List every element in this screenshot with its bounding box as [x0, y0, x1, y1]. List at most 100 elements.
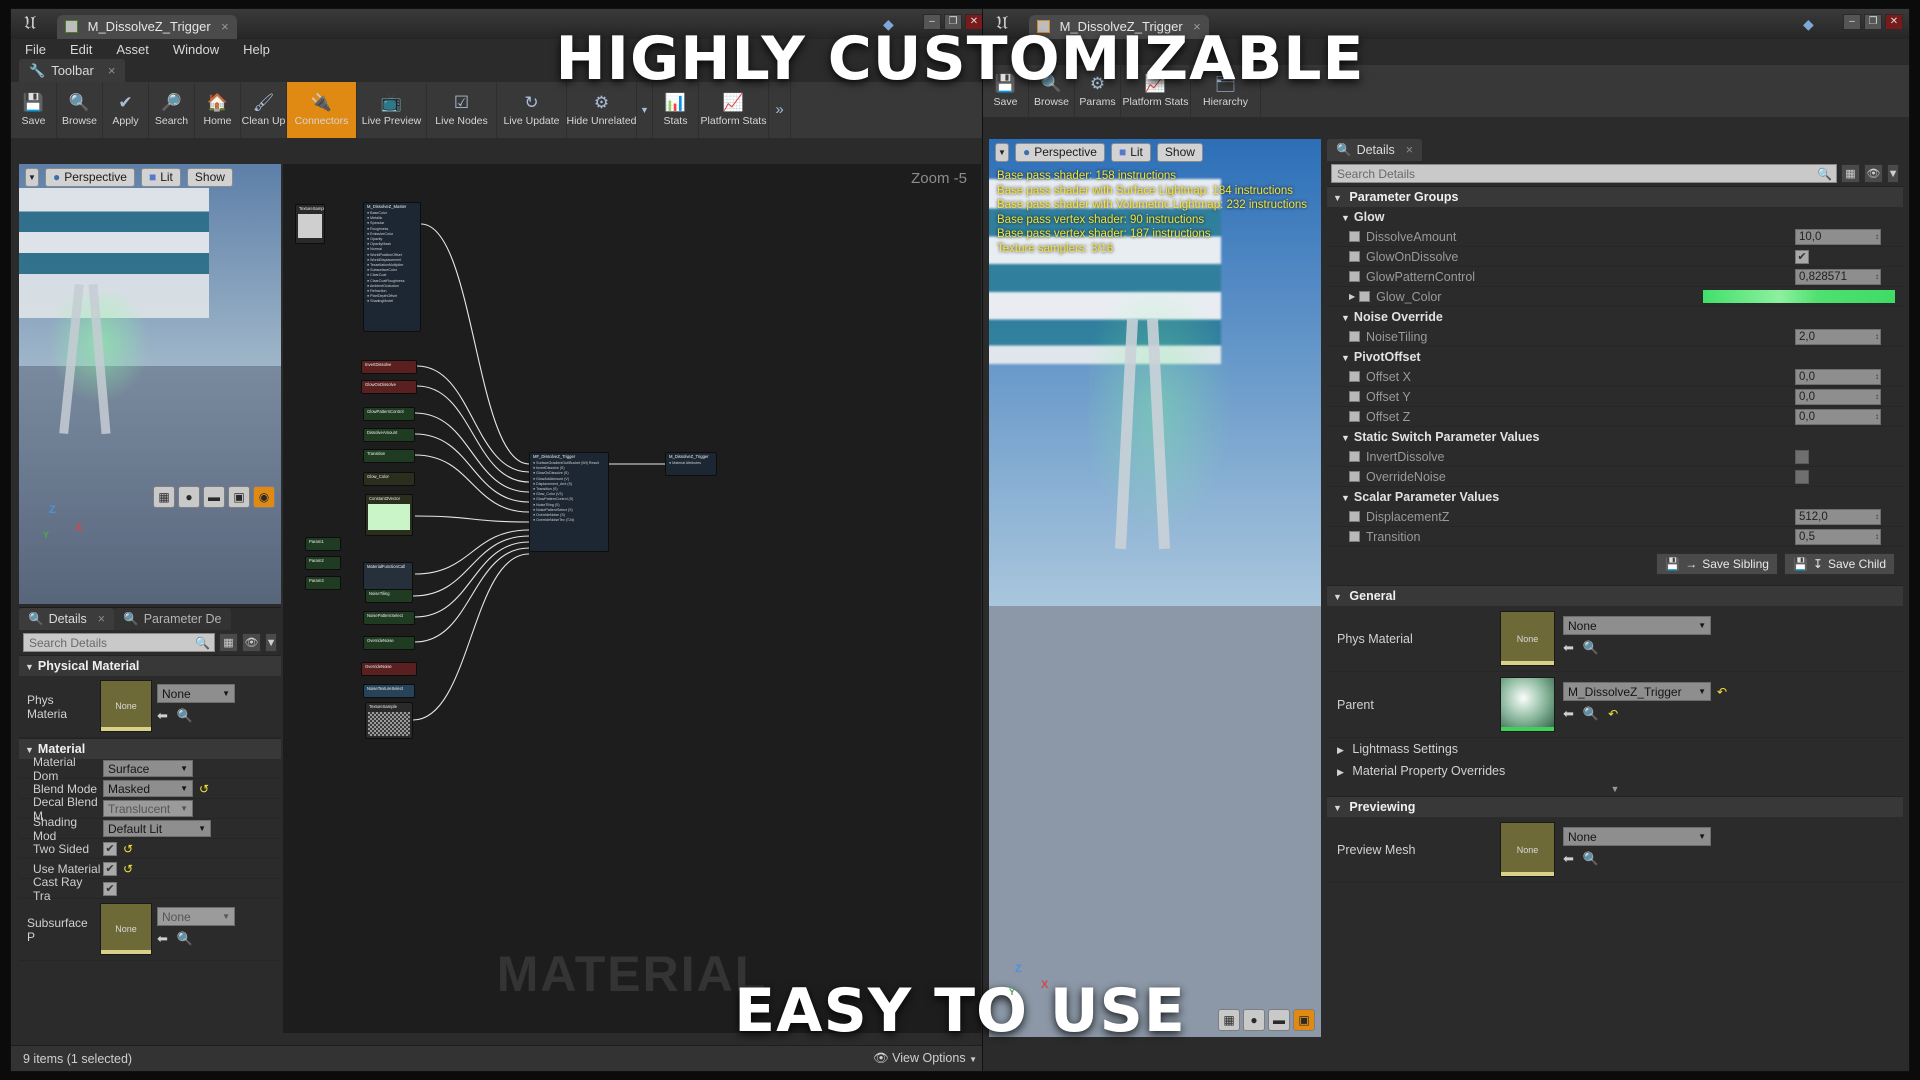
- spinner-icon[interactable]: ↕: [1875, 272, 1879, 281]
- browse-icon[interactable]: 🔍: [177, 708, 193, 724]
- reset-icon[interactable]: ↺: [199, 782, 209, 796]
- close-icon[interactable]: ×: [98, 612, 105, 626]
- perspective-button[interactable]: ● Perspective: [45, 168, 135, 187]
- param-value-input[interactable]: 0,0↕: [1795, 409, 1881, 425]
- param-value-checkbox[interactable]: [1795, 450, 1809, 464]
- cube-icon[interactable]: ▣: [1293, 1009, 1315, 1031]
- eye-icon[interactable]: 👁: [1864, 164, 1883, 183]
- browse-icon[interactable]: 🔍: [1583, 851, 1599, 867]
- save-child-button[interactable]: 💾 ↧ Save Child: [1784, 553, 1895, 575]
- param-group-pivotoffset[interactable]: ▼PivotOffset: [1327, 347, 1903, 367]
- phys-material-thumbnail[interactable]: None: [1500, 611, 1555, 666]
- param-value-input[interactable]: 0,5↕: [1795, 529, 1881, 545]
- reset-icon[interactable]: ↶: [1717, 685, 1727, 699]
- graph-node-pin[interactable]: ● ShadingModel: [367, 299, 417, 304]
- instance-preview-viewport[interactable]: ▼ ● Perspective ■ Lit Show Base pass sha…: [989, 139, 1321, 1037]
- asset-thumbnail[interactable]: None: [100, 903, 152, 955]
- property-checkbox[interactable]: ✔: [103, 842, 117, 856]
- use-selected-icon[interactable]: ⬅: [157, 931, 168, 947]
- reset-icon[interactable]: ↺: [123, 862, 133, 876]
- spinner-icon[interactable]: ↕: [1875, 392, 1879, 401]
- param-group-noise-override[interactable]: ▼Noise Override: [1327, 307, 1903, 327]
- grid-view-icon[interactable]: ▦: [1841, 164, 1860, 183]
- lit-button[interactable]: ■ Lit: [1111, 143, 1151, 162]
- param-value-checkbox[interactable]: [1795, 470, 1809, 484]
- expander-chevron-icon[interactable]: ▼: [1327, 782, 1903, 796]
- material-property-overrides-row[interactable]: ▶ Material Property Overrides: [1327, 760, 1903, 782]
- param-override-checkbox[interactable]: [1359, 291, 1370, 302]
- eye-icon[interactable]: 👁: [242, 633, 261, 652]
- previewing-header[interactable]: ▼ Previewing: [1327, 796, 1903, 817]
- preview-mesh-combo[interactable]: None ▼: [1563, 827, 1711, 846]
- preview-mesh-thumbnail[interactable]: None: [1500, 822, 1555, 877]
- graph-node[interactable]: TextureSample: [365, 702, 413, 739]
- param-override-checkbox[interactable]: [1349, 411, 1360, 422]
- graph-node[interactable]: M_DissolveZ_Trigger● Material Attributes: [665, 452, 717, 476]
- spinner-icon[interactable]: ↕: [1875, 232, 1879, 241]
- param-override-checkbox[interactable]: [1349, 451, 1360, 462]
- save-sibling-button[interactable]: 💾 → Save Sibling: [1656, 553, 1778, 575]
- color-swatch[interactable]: [368, 504, 410, 530]
- param-override-checkbox[interactable]: [1349, 511, 1360, 522]
- graph-node[interactable]: M_DissolveZ_Master● BaseColor● Metallic●…: [363, 202, 421, 332]
- graph-node[interactable]: NoisePatternSelect: [363, 611, 415, 625]
- graph-node[interactable]: GlowPatternControl: [363, 407, 415, 421]
- view-options-button[interactable]: 👁 View Options ▼: [873, 1051, 977, 1066]
- chevron-down-icon[interactable]: ▼: [265, 633, 277, 652]
- param-override-checkbox[interactable]: [1349, 231, 1360, 242]
- param-override-checkbox[interactable]: [1349, 251, 1360, 262]
- param-override-checkbox[interactable]: [1349, 391, 1360, 402]
- show-button[interactable]: Show: [187, 168, 233, 187]
- sphere-icon[interactable]: ●: [1243, 1009, 1265, 1031]
- search-input[interactable]: Search Details 🔍: [23, 633, 215, 652]
- param-group-scalar-parameter-values[interactable]: ▼Scalar Parameter Values: [1327, 487, 1903, 507]
- property-combo[interactable]: Surface▼: [103, 760, 193, 777]
- param-value-input[interactable]: 0,0↕: [1795, 369, 1881, 385]
- use-selected-icon[interactable]: ⬅: [1563, 706, 1574, 722]
- param-value-input[interactable]: 0,828571↕: [1795, 269, 1881, 285]
- graph-node[interactable]: TextureSample: [295, 204, 325, 244]
- param-value-input[interactable]: 512,0↕: [1795, 509, 1881, 525]
- lightmass-settings-row[interactable]: ▶ Lightmass Settings: [1327, 738, 1903, 760]
- param-value-input[interactable]: 10,0↕: [1795, 229, 1881, 245]
- graph-node-pin[interactable]: ● OverrideNoiseTex (T2d): [533, 518, 605, 523]
- preview-mesh-icon[interactable]: ◉: [253, 486, 275, 508]
- graph-node[interactable]: Param3: [305, 576, 341, 590]
- cube-icon[interactable]: ▣: [228, 486, 250, 508]
- graph-node[interactable]: Param1: [305, 537, 341, 551]
- plane-icon[interactable]: ▬: [1268, 1009, 1290, 1031]
- asset-thumbnail[interactable]: None: [100, 680, 152, 732]
- spinner-icon[interactable]: ↕: [1875, 332, 1879, 341]
- tab-details[interactable]: 🔍 Details ×: [1327, 139, 1422, 161]
- graph-node[interactable]: MaterialFunctionCall: [363, 562, 413, 590]
- browse-icon[interactable]: 🔍: [177, 931, 193, 947]
- browse-icon[interactable]: 🔍: [1583, 640, 1599, 656]
- param-override-checkbox[interactable]: [1349, 471, 1360, 482]
- graph-node[interactable]: MF_DissolveZ_Trigger● SurfaceGradientOut…: [529, 452, 609, 552]
- property-checkbox[interactable]: ✔: [103, 882, 117, 896]
- close-icon[interactable]: ×: [1406, 143, 1413, 157]
- cylinder-icon[interactable]: ▦: [153, 486, 175, 508]
- plane-icon[interactable]: ▬: [203, 486, 225, 508]
- phys-material-combo[interactable]: None ▼: [1563, 616, 1711, 635]
- search-input[interactable]: Search Details 🔍: [1331, 164, 1837, 183]
- graph-node[interactable]: Transition: [363, 449, 415, 463]
- use-selected-icon[interactable]: ⬅: [1563, 640, 1574, 656]
- param-group-glow[interactable]: ▼Glow: [1327, 207, 1903, 227]
- grid-view-icon[interactable]: ▦: [219, 633, 238, 652]
- param-value-input[interactable]: 2,0↕: [1795, 329, 1881, 345]
- expand-triangle-icon[interactable]: ▶: [1349, 292, 1355, 301]
- param-color-swatch[interactable]: [1703, 290, 1895, 303]
- property-checkbox[interactable]: ✔: [103, 862, 117, 876]
- graph-node[interactable]: DissolveAmount: [363, 428, 415, 442]
- param-group-static-switch-parameter-values[interactable]: ▼Static Switch Parameter Values: [1327, 427, 1903, 447]
- asset-combo[interactable]: None▼: [157, 684, 235, 703]
- property-combo[interactable]: Masked▼: [103, 780, 193, 797]
- asset-combo[interactable]: None▼: [157, 907, 235, 926]
- graph-node[interactable]: GlowOnDissolve: [361, 380, 417, 394]
- cylinder-icon[interactable]: ▦: [1218, 1009, 1240, 1031]
- graph-node-pin[interactable]: ● Material Attributes: [669, 461, 713, 466]
- use-selected-icon[interactable]: ⬅: [1563, 851, 1574, 867]
- param-value-input[interactable]: 0,0↕: [1795, 389, 1881, 405]
- graph-node[interactable]: Param2: [305, 556, 341, 570]
